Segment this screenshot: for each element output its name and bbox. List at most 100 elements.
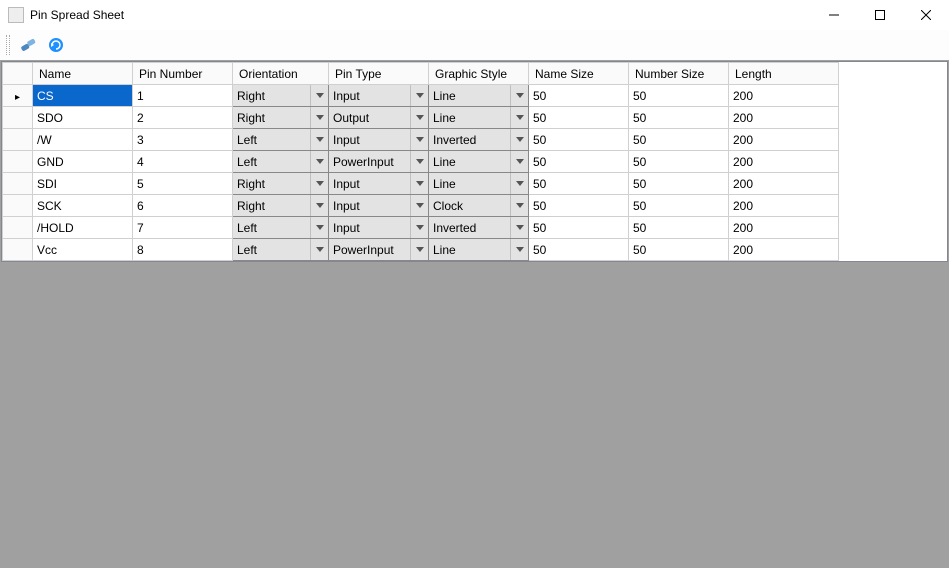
table-row[interactable]: SCK6RightInputClock5050200 [3,195,839,217]
dropdown-arrow[interactable] [310,85,328,106]
cell-name-size[interactable]: 50 [529,195,629,217]
cell-pin-number[interactable]: 7 [133,217,233,239]
cell-name-size[interactable]: 50 [529,151,629,173]
cell-name-size[interactable]: 50 [529,217,629,239]
cell-graphic-style[interactable]: Clock [429,195,529,217]
cell-number-size[interactable]: 50 [629,85,729,107]
dropdown-arrow[interactable] [410,239,428,260]
cell-number-size[interactable]: 50 [629,173,729,195]
cell-length[interactable]: 200 [729,151,839,173]
table-row[interactable]: Vcc8LeftPowerInputLine5050200 [3,239,839,261]
dropdown-arrow[interactable] [310,173,328,194]
cell-length[interactable]: 200 [729,195,839,217]
header-pin-type[interactable]: Pin Type [329,63,429,85]
cell-pin-type[interactable]: Input [329,195,429,217]
cell-number-size[interactable]: 50 [629,195,729,217]
row-selector[interactable] [3,217,33,239]
cell-graphic-style[interactable]: Line [429,151,529,173]
cell-pin-number[interactable]: 8 [133,239,233,261]
cell-name[interactable]: /HOLD [33,217,133,239]
cell-pin-type[interactable]: Input [329,173,429,195]
dropdown-arrow[interactable] [410,195,428,216]
table-row[interactable]: ▸CS1RightInputLine5050200 [3,85,839,107]
dropdown-arrow[interactable] [510,151,528,172]
cell-length[interactable]: 200 [729,173,839,195]
cell-name-size[interactable]: 50 [529,85,629,107]
table-row[interactable]: SDO2RightOutputLine5050200 [3,107,839,129]
dropdown-arrow[interactable] [310,151,328,172]
cell-graphic-style[interactable]: Inverted [429,217,529,239]
cell-name-size[interactable]: 50 [529,107,629,129]
dropdown-arrow[interactable] [510,195,528,216]
row-selector[interactable] [3,129,33,151]
cell-orientation[interactable]: Right [233,107,329,129]
dropdown-arrow[interactable] [410,217,428,238]
dropdown-arrow[interactable] [310,107,328,128]
cell-number-size[interactable]: 50 [629,217,729,239]
cell-pin-type[interactable]: Output [329,107,429,129]
pin-table[interactable]: Name Pin Number Orientation Pin Type Gra… [2,62,839,261]
cell-length[interactable]: 200 [729,217,839,239]
dropdown-arrow[interactable] [410,85,428,106]
header-graphic-style[interactable]: Graphic Style [429,63,529,85]
cell-pin-type[interactable]: Input [329,129,429,151]
row-selector[interactable] [3,107,33,129]
row-selector[interactable] [3,151,33,173]
dropdown-arrow[interactable] [510,85,528,106]
cell-pin-number[interactable]: 4 [133,151,233,173]
header-orientation[interactable]: Orientation [233,63,329,85]
cell-length[interactable]: 200 [729,239,839,261]
dropdown-arrow[interactable] [310,129,328,150]
dropdown-arrow[interactable] [510,107,528,128]
cell-number-size[interactable]: 50 [629,151,729,173]
dropdown-arrow[interactable] [510,129,528,150]
cell-orientation[interactable]: Left [233,239,329,261]
header-name[interactable]: Name [33,63,133,85]
cell-length[interactable]: 200 [729,129,839,151]
cell-name[interactable]: SDO [33,107,133,129]
cell-graphic-style[interactable]: Line [429,173,529,195]
cell-name-size[interactable]: 50 [529,239,629,261]
cell-name[interactable]: SDI [33,173,133,195]
header-number-size[interactable]: Number Size [629,63,729,85]
cell-name[interactable]: Vcc [33,239,133,261]
row-selector[interactable] [3,195,33,217]
maximize-button[interactable] [857,0,903,30]
cell-graphic-style[interactable]: Inverted [429,129,529,151]
dropdown-arrow[interactable] [510,239,528,260]
dropdown-arrow[interactable] [410,129,428,150]
cell-name[interactable]: SCK [33,195,133,217]
toolbar-link-button[interactable] [16,33,40,57]
dropdown-arrow[interactable] [510,217,528,238]
table-row[interactable]: GND4LeftPowerInputLine5050200 [3,151,839,173]
cell-pin-number[interactable]: 2 [133,107,233,129]
row-selector[interactable] [3,239,33,261]
cell-orientation[interactable]: Left [233,129,329,151]
toolbar-grip[interactable] [6,35,10,55]
cell-orientation[interactable]: Right [233,85,329,107]
header-pin-number[interactable]: Pin Number [133,63,233,85]
row-selector[interactable]: ▸ [3,85,33,107]
cell-pin-type[interactable]: PowerInput [329,151,429,173]
cell-orientation[interactable]: Right [233,173,329,195]
table-row[interactable]: /HOLD7LeftInputInverted5050200 [3,217,839,239]
dropdown-arrow[interactable] [410,107,428,128]
cell-pin-number[interactable]: 6 [133,195,233,217]
cell-name[interactable]: /W [33,129,133,151]
cell-name-size[interactable]: 50 [529,129,629,151]
minimize-button[interactable] [811,0,857,30]
cell-name-size[interactable]: 50 [529,173,629,195]
table-row[interactable]: SDI5RightInputLine5050200 [3,173,839,195]
cell-orientation[interactable]: Left [233,217,329,239]
dropdown-arrow[interactable] [510,173,528,194]
cell-pin-number[interactable]: 3 [133,129,233,151]
header-length[interactable]: Length [729,63,839,85]
cell-name[interactable]: CS [33,85,133,107]
dropdown-arrow[interactable] [310,217,328,238]
cell-number-size[interactable]: 50 [629,239,729,261]
header-name-size[interactable]: Name Size [529,63,629,85]
cell-orientation[interactable]: Right [233,195,329,217]
cell-length[interactable]: 200 [729,85,839,107]
cell-pin-number[interactable]: 1 [133,85,233,107]
row-selector[interactable] [3,173,33,195]
